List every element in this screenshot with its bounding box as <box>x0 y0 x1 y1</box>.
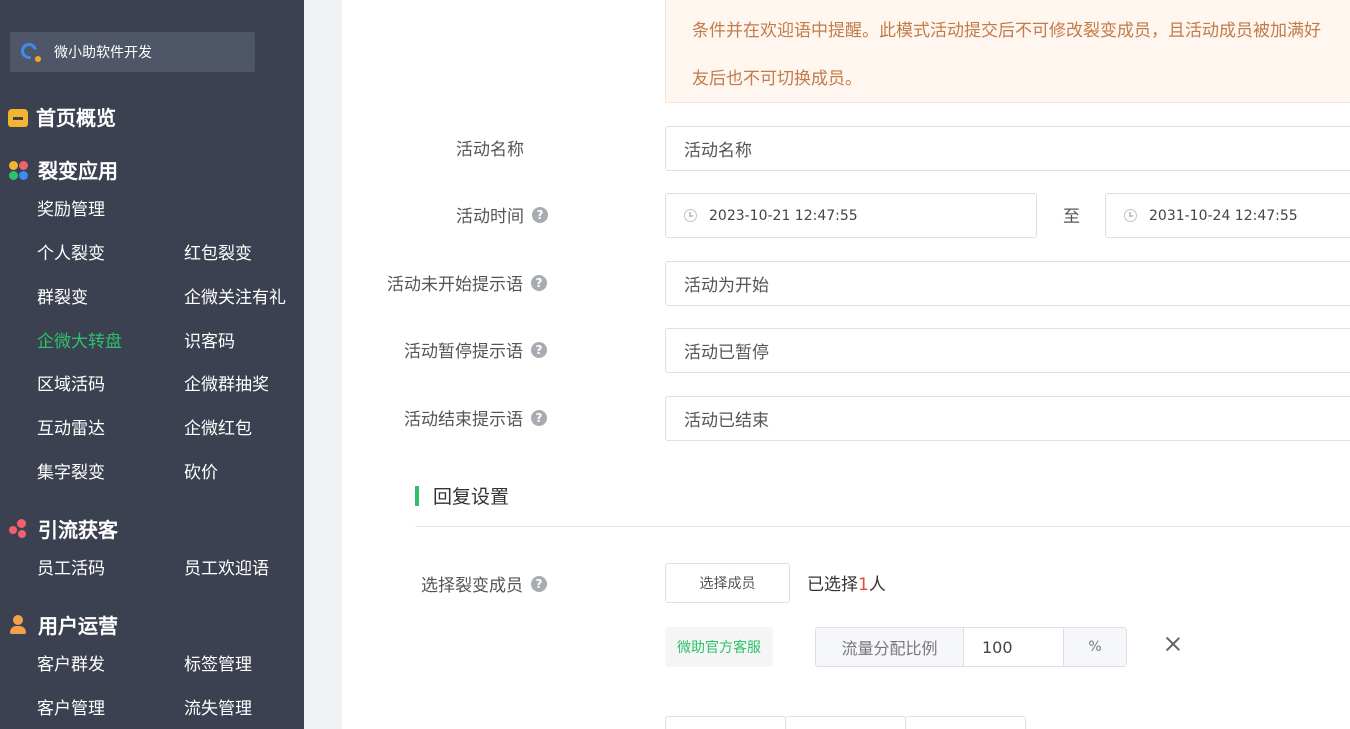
activity-name-label-text: 活动名称 <box>456 140 524 160</box>
paused-tip-label: 活动暂停提示语 ? <box>404 337 547 362</box>
activity-name-input[interactable]: 活动名称 <box>665 126 1350 171</box>
section-divider <box>415 526 1350 527</box>
paused-tip-input[interactable]: 活动已暂停 <box>665 328 1350 373</box>
nav-item-lucky-wheel[interactable]: 企微大转盘 <box>37 327 122 352</box>
activity-name-value: 活动名称 <box>684 141 752 161</box>
start-time-input[interactable]: 2023-10-21 12:47:55 <box>665 193 1037 238</box>
clock-icon <box>684 209 697 222</box>
activity-name-label: 活动名称 <box>456 135 524 160</box>
nav-item-wecom-redpacket[interactable]: 企微红包 <box>184 414 252 439</box>
help-icon[interactable]: ? <box>531 341 547 358</box>
traffic-ratio-unit: % <box>1064 628 1126 666</box>
traffic-ratio-input[interactable]: 100 <box>964 628 1064 666</box>
nav-item-follow-gift[interactable]: 企微关注有礼 <box>184 283 286 308</box>
apps-icon <box>8 159 30 181</box>
nav-item-staff-welcome[interactable]: 员工欢迎语 <box>184 554 269 579</box>
start-time-value: 2023-10-21 12:47:55 <box>709 207 858 224</box>
end-time-value: 2031-10-24 12:47:55 <box>1149 207 1298 224</box>
partial-control-3[interactable] <box>905 716 1026 729</box>
nav-item-redpacket-fission[interactable]: 红包裂变 <box>184 239 252 264</box>
help-icon[interactable]: ? <box>531 274 547 291</box>
nav-section-traffic[interactable]: 引流获客 <box>8 514 118 543</box>
activity-time-label: 活动时间 ? <box>456 202 548 227</box>
nav-section-fission[interactable]: 裂变应用 <box>8 155 118 184</box>
nav-section-users-label: 用户运营 <box>38 614 118 638</box>
nav-item-group-fission[interactable]: 群裂变 <box>37 283 88 308</box>
notice-line-2: 友后也不可切换成员。 <box>692 69 862 89</box>
reply-settings-heading: 回复设置 <box>415 482 509 509</box>
nav-section-fission-label: 裂变应用 <box>38 159 118 183</box>
nav-item-mass-send[interactable]: 客户群发 <box>37 650 105 675</box>
not-started-tip-input[interactable]: 活动为开始 <box>665 261 1350 306</box>
nav-item-churn-manage[interactable]: 流失管理 <box>184 694 252 719</box>
selected-prefix: 已选择 <box>807 575 858 595</box>
help-icon[interactable]: ? <box>531 575 547 592</box>
nav-item-region-code[interactable]: 区域活码 <box>37 370 105 395</box>
ended-tip-label-text: 活动结束提示语 <box>404 410 523 430</box>
nav-section-home-label: 首页概览 <box>36 106 116 130</box>
nav-item-bargain[interactable]: 砍价 <box>184 458 218 483</box>
share-icon <box>8 518 30 540</box>
main-content: 条件并在欢迎语中提醒。此模式活动提交后不可修改裂变成员，且活动成员被加满好 友后… <box>304 0 1350 729</box>
ended-tip-value: 活动已结束 <box>684 411 769 431</box>
fission-member-label: 选择裂变成员 ? <box>421 571 547 596</box>
nav-item-radar[interactable]: 互动雷达 <box>37 414 105 439</box>
section-accent-bar <box>415 485 419 506</box>
user-icon <box>8 614 30 636</box>
brand-name: 微小助软件开发 <box>54 45 152 61</box>
traffic-ratio-label: 流量分配比例 <box>816 628 964 666</box>
fission-member-label-text: 选择裂变成员 <box>421 576 523 596</box>
selected-count: 1 <box>858 575 869 595</box>
not-started-tip-value: 活动为开始 <box>684 276 769 296</box>
time-range-separator: 至 <box>1063 207 1080 227</box>
home-icon <box>8 108 28 127</box>
clock-icon <box>1124 209 1137 222</box>
end-time-input[interactable]: 2031-10-24 12:47:55 <box>1105 193 1350 238</box>
nav-item-customer-manage[interactable]: 客户管理 <box>37 694 105 719</box>
nav-item-rewards[interactable]: 奖励管理 <box>37 195 105 220</box>
reply-settings-title: 回复设置 <box>433 486 510 508</box>
partial-row-controls <box>665 716 1026 729</box>
activity-time-label-text: 活动时间 <box>456 207 524 227</box>
help-icon[interactable]: ? <box>532 206 548 223</box>
logo-icon <box>18 40 42 63</box>
paused-tip-label-text: 活动暂停提示语 <box>404 342 523 362</box>
ended-tip-input[interactable]: 活动已结束 <box>665 396 1350 441</box>
nav-item-tag-manage[interactable]: 标签管理 <box>184 650 252 675</box>
help-icon[interactable]: ? <box>531 409 547 426</box>
selected-suffix: 人 <box>868 575 886 595</box>
nav-item-word-collect[interactable]: 集字裂变 <box>37 458 105 483</box>
partial-control-1[interactable] <box>665 716 786 729</box>
nav-section-home[interactable]: 首页概览 <box>8 102 116 131</box>
ended-tip-label: 活动结束提示语 ? <box>404 405 547 430</box>
form-panel: 条件并在欢迎语中提醒。此模式活动提交后不可修改裂变成员，且活动成员被加满好 友后… <box>342 0 1350 729</box>
traffic-ratio-input-group: 流量分配比例 100 % <box>815 627 1127 667</box>
brand-selector[interactable]: 微小助软件开发 <box>10 32 255 72</box>
nav-item-group-lottery[interactable]: 企微群抽奖 <box>184 370 269 395</box>
partial-control-2[interactable] <box>785 716 906 729</box>
nav-item-customer-code[interactable]: 识客码 <box>184 327 235 352</box>
notice-alert: 条件并在欢迎语中提醒。此模式活动提交后不可修改裂变成员，且活动成员被加满好 友后… <box>665 0 1350 103</box>
nav-section-users[interactable]: 用户运营 <box>8 610 118 639</box>
nav-item-personal-fission[interactable]: 个人裂变 <box>37 239 105 264</box>
remove-member-icon[interactable] <box>1165 636 1181 652</box>
not-started-tip-label: 活动未开始提示语 ? <box>387 270 547 295</box>
not-started-tip-label-text: 活动未开始提示语 <box>387 275 523 295</box>
selected-count-text: 已选择1人 <box>807 570 886 595</box>
member-tag: 微助官方客服 <box>665 627 773 667</box>
notice-line-1: 条件并在欢迎语中提醒。此模式活动提交后不可修改裂变成员，且活动成员被加满好 <box>692 21 1321 41</box>
nav-section-traffic-label: 引流获客 <box>38 518 118 542</box>
paused-tip-value: 活动已暂停 <box>684 343 769 363</box>
sidebar: 微小助软件开发 首页概览 裂变应用 奖励管理 个人裂变 红包裂变 群裂变 企微关… <box>0 0 304 729</box>
select-member-button[interactable]: 选择成员 <box>665 563 790 603</box>
nav-item-staff-code[interactable]: 员工活码 <box>37 554 105 579</box>
